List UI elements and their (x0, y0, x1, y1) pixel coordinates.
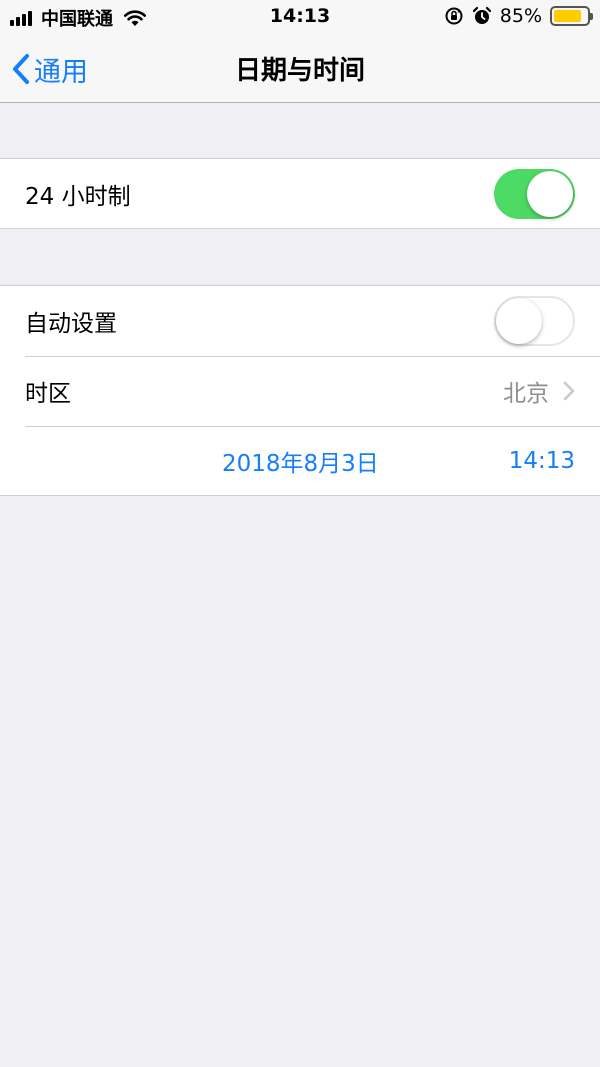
auto-set-toggle[interactable] (494, 296, 575, 346)
rotation-lock-icon (445, 7, 463, 25)
battery-icon (550, 6, 593, 26)
timezone-value: 北京 (503, 381, 549, 407)
alarm-icon (472, 6, 491, 24)
hour24-row: 24 小时制 (0, 159, 600, 229)
date-value[interactable]: 2018年8月3日 (222, 444, 379, 478)
date-time-settings-screen: 中国联通 14:13 85% 通用 日期与时间 24 小时制 自动设置 时区 北… (0, 0, 600, 1067)
date-time-row[interactable]: 2018年8月3日 14:13 (0, 426, 600, 496)
status-right: 85% (436, 5, 593, 27)
timezone-row[interactable]: 时区 北京 (0, 356, 600, 426)
navigation-bar: 通用 日期与时间 (0, 34, 600, 103)
time-format-group: 24 小时制 (0, 158, 600, 229)
hour24-toggle[interactable] (494, 169, 575, 219)
chevron-right-icon (563, 381, 575, 401)
hour24-label: 24 小时制 (25, 184, 131, 210)
toggle-knob (527, 171, 573, 217)
battery-level-fill (554, 10, 582, 22)
battery-percentage: 85% (499, 5, 542, 27)
time-value[interactable]: 14:13 (509, 448, 575, 474)
auto-set-label: 自动设置 (25, 311, 117, 337)
date-time-group: 自动设置 时区 北京 2018年8月3日 14:13 (0, 285, 600, 496)
auto-set-row: 自动设置 (0, 286, 600, 356)
toggle-knob (496, 298, 542, 344)
timezone-label: 时区 (25, 381, 71, 407)
status-bar: 中国联通 14:13 85% (0, 0, 600, 34)
page-title: 日期与时间 (234, 56, 365, 86)
